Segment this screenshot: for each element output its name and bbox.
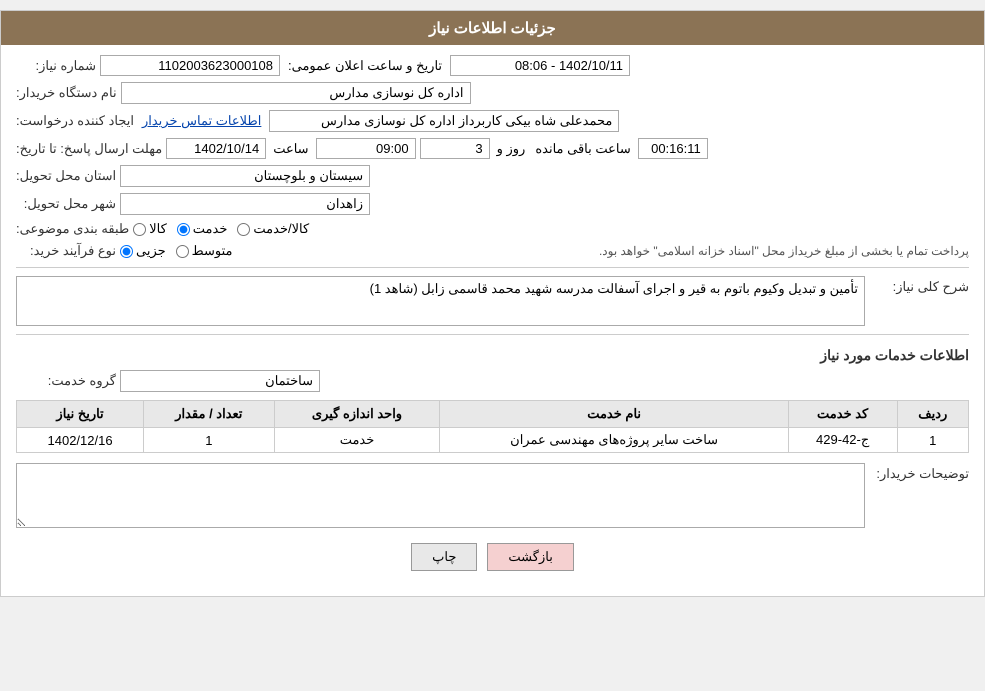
description-label: شرح کلی نیاز: <box>869 279 969 295</box>
deadline-label: مهلت ارسال پاسخ: تا تاریخ: <box>16 141 162 157</box>
announce-date-label: تاریخ و ساعت اعلان عمومی: <box>288 58 442 74</box>
city-label: شهر محل تحویل: <box>16 196 116 212</box>
table-header-code: کد خدمت <box>788 401 897 428</box>
table-cell-code: ج-42-429 <box>788 428 897 453</box>
province-value: سیستان و بلوچستان <box>120 165 370 187</box>
buyer-notes-textarea[interactable] <box>16 463 865 528</box>
province-label: استان محل تحویل: <box>16 168 116 184</box>
purchase-type-partial[interactable]: جزیی <box>120 243 166 259</box>
purchase-type-medium[interactable]: متوسط <box>176 243 233 259</box>
deadline-days-label: روز و <box>497 141 526 157</box>
button-group: بازگشت چاپ <box>16 543 969 571</box>
purchase-type-partial-label: جزیی <box>136 243 166 259</box>
city-value: زاهدان <box>120 193 370 215</box>
category-option-service[interactable]: خدمت <box>177 221 228 237</box>
deadline-time-value: 09:00 <box>316 138 416 159</box>
purchase-type-radio-group: متوسط جزیی <box>120 243 233 259</box>
category-option-goods-label: کالا <box>149 221 167 237</box>
table-cell-date: 1402/12/16 <box>17 428 144 453</box>
service-group-value: ساختمان <box>120 370 320 392</box>
purchase-type-label: نوع فرآیند خرید: <box>16 243 116 259</box>
table-cell-row: 1 <box>897 428 968 453</box>
category-radio-service-goods[interactable] <box>237 223 250 236</box>
category-option-service-goods[interactable]: کالا/خدمت <box>237 221 309 237</box>
table-cell-unit: خدمت <box>274 428 440 453</box>
back-button[interactable]: بازگشت <box>487 543 573 571</box>
purchase-type-note: پرداخت تمام یا بخشی از مبلغ خریداز محل "… <box>247 244 969 258</box>
deadline-date-value: 1402/10/14 <box>166 138 266 159</box>
category-option-goods[interactable]: کالا <box>133 221 167 237</box>
service-group-label: گروه خدمت: <box>16 373 116 389</box>
org-name-label: نام دستگاه خریدار: <box>16 85 117 101</box>
category-radio-group: کالا/خدمت خدمت کالا <box>133 221 309 237</box>
page-title: جزئیات اطلاعات نیاز <box>1 11 984 45</box>
deadline-days-value: 3 <box>420 138 490 159</box>
purchase-type-medium-label: متوسط <box>192 243 233 259</box>
services-section-title: اطلاعات خدمات مورد نیاز <box>16 347 969 364</box>
table-header-row: ردیف <box>897 401 968 428</box>
divider-2 <box>16 334 969 335</box>
table-cell-qty: 1 <box>144 428 274 453</box>
deadline-remaining-label: ساعت باقی مانده <box>535 141 630 157</box>
category-radio-goods[interactable] <box>133 223 146 236</box>
org-name-value: اداره کل نوسازی مدارس <box>121 82 471 104</box>
services-table: ردیف کد خدمت نام خدمت واحد اندازه گیری ت… <box>16 400 969 453</box>
table-row: 1 ج-42-429 ساخت سایر پروژه‌های مهندسی عم… <box>17 428 969 453</box>
deadline-remaining-value: 00:16:11 <box>638 138 708 159</box>
divider-1 <box>16 267 969 268</box>
table-header-unit: واحد اندازه گیری <box>274 401 440 428</box>
buyer-notes-label: توضیحات خریدار: <box>869 466 969 482</box>
creator-label: ایجاد کننده درخواست: <box>16 113 134 129</box>
table-header-name: نام خدمت <box>440 401 788 428</box>
table-header-qty: تعداد / مقدار <box>144 401 274 428</box>
table-header-date: تاریخ نیاز <box>17 401 144 428</box>
creator-value: محمدعلی شاه بیکی کاربرداز اداره کل نوساز… <box>269 110 619 132</box>
need-number-value: 1102003623000108 <box>100 55 280 76</box>
announce-date-value: 1402/10/11 - 08:06 <box>450 55 630 76</box>
category-option-service-label: خدمت <box>193 221 228 237</box>
description-value: تأمین و تبدیل وکیوم باتوم به قیر و اجرای… <box>16 276 865 326</box>
category-label: طبقه بندی موضوعی: <box>16 221 129 237</box>
category-radio-service[interactable] <box>177 223 190 236</box>
need-number-label: شماره نیاز: <box>16 58 96 74</box>
print-button[interactable]: چاپ <box>411 543 477 571</box>
deadline-time-label: ساعت <box>273 141 308 157</box>
contact-link[interactable]: اطلاعات تماس خریدار <box>142 113 261 129</box>
table-cell-name: ساخت سایر پروژه‌های مهندسی عمران <box>440 428 788 453</box>
category-option-service-goods-label: کالا/خدمت <box>253 221 309 237</box>
purchase-type-radio-partial[interactable] <box>120 245 133 258</box>
purchase-type-radio-medium[interactable] <box>176 245 189 258</box>
